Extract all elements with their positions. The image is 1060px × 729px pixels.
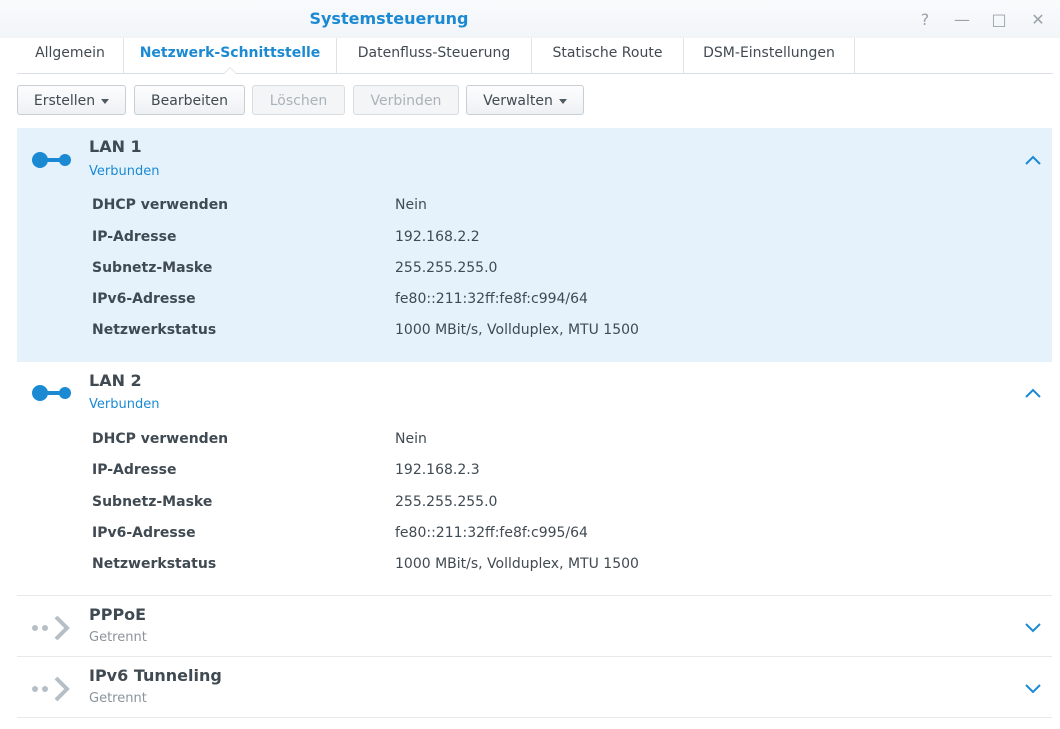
manage-button[interactable]: Verwalten	[466, 85, 584, 115]
detail-label: Subnetz-Maske	[92, 494, 213, 510]
interface-item-ipv6-tunneling[interactable]: IPv6 Tunneling Getrennt	[17, 657, 1052, 718]
chevron-up-icon[interactable]	[1024, 387, 1042, 399]
detail-value: 1000 MBit/s, Vollduplex, MTU 1500	[395, 556, 639, 572]
detail-label: Netzwerkstatus	[92, 556, 217, 572]
interface-name: PPPoE	[89, 605, 147, 624]
delete-button[interactable]: Löschen	[252, 85, 345, 115]
detail-row: IPv6-Adresse fe80::211:32ff:fe8f:c994/64	[92, 291, 992, 311]
interface-item-lan-2[interactable]: LAN 2 Verbunden DHCP verwenden Nein IP-A…	[17, 362, 1052, 596]
interface-name: LAN 2	[89, 371, 142, 390]
tab-dsm-einstellungen[interactable]: DSM-Einstellungen	[684, 38, 855, 73]
minimize-icon[interactable]: —	[951, 8, 973, 30]
detail-row: Subnetz-Maske 255.255.255.0	[92, 260, 992, 280]
close-icon[interactable]: ✕	[1027, 8, 1049, 30]
tab-allgemein[interactable]: Allgemein	[17, 38, 124, 73]
detail-value: 192.168.2.3	[395, 462, 480, 478]
detail-row: Netzwerkstatus 1000 MBit/s, Vollduplex, …	[92, 556, 992, 576]
interface-status: Getrennt	[89, 630, 147, 645]
tab-netzwerk-schnittstelle-label: Netzwerk-Schnittstelle	[139, 45, 321, 61]
interface-item-pppoe[interactable]: PPPoE Getrennt	[17, 596, 1052, 657]
manage-button-label: Verwalten	[483, 93, 553, 109]
detail-value: fe80::211:32ff:fe8f:c995/64	[395, 525, 588, 541]
detail-value: Nein	[395, 197, 427, 213]
detail-row: IP-Adresse 192.168.2.3	[92, 462, 992, 482]
window-titlebar: Systemsteuerung ? — □ ✕	[0, 0, 1060, 38]
interface-name: LAN 1	[89, 137, 142, 156]
detail-row: DHCP verwenden Nein	[92, 431, 992, 451]
connect-button[interactable]: Verbinden	[353, 85, 459, 115]
window-title: Systemsteuerung	[309, 9, 469, 28]
detail-value: 1000 MBit/s, Vollduplex, MTU 1500	[395, 322, 639, 338]
tab-netzwerk-schnittstelle[interactable]: Netzwerk-Schnittstelle	[124, 38, 337, 74]
caret-down-icon	[101, 98, 110, 104]
tab-statische-route[interactable]: Statische Route	[532, 38, 684, 73]
detail-label: DHCP verwenden	[92, 431, 229, 447]
detail-value: fe80::211:32ff:fe8f:c994/64	[395, 291, 588, 307]
disconnected-arrow-icon	[32, 615, 70, 641]
connected-plug-icon	[32, 152, 71, 168]
detail-row: IPv6-Adresse fe80::211:32ff:fe8f:c995/64	[92, 525, 992, 545]
detail-row: Netzwerkstatus 1000 MBit/s, Vollduplex, …	[92, 322, 992, 342]
tab-datenfluss-steuerung[interactable]: Datenfluss-Steuerung	[337, 38, 532, 73]
detail-label: IPv6-Adresse	[92, 525, 196, 541]
detail-value: Nein	[395, 431, 427, 447]
interface-item-lan-1[interactable]: LAN 1 Verbunden DHCP verwenden Nein IP-A…	[17, 128, 1052, 362]
detail-label: Netzwerkstatus	[92, 322, 217, 338]
chevron-down-icon[interactable]	[1024, 621, 1042, 633]
detail-value: 192.168.2.2	[395, 229, 480, 245]
tab-bar: Allgemein Netzwerk-Schnittstelle Datenfl…	[17, 38, 1053, 74]
active-tab-indicator	[223, 67, 237, 74]
detail-label: IP-Adresse	[92, 229, 177, 245]
create-button[interactable]: Erstellen	[17, 85, 126, 115]
interface-status: Getrennt	[89, 691, 147, 706]
disconnected-arrow-icon	[32, 676, 70, 702]
create-button-label: Erstellen	[33, 93, 96, 109]
detail-label: Subnetz-Maske	[92, 260, 213, 276]
connected-plug-icon	[32, 385, 71, 401]
caret-down-icon	[558, 98, 567, 104]
detail-label: IPv6-Adresse	[92, 291, 196, 307]
edit-button[interactable]: Bearbeiten	[134, 85, 245, 115]
detail-value: 255.255.255.0	[395, 260, 498, 276]
chevron-up-icon[interactable]	[1024, 154, 1042, 166]
chevron-down-icon[interactable]	[1024, 682, 1042, 694]
help-icon[interactable]: ?	[914, 8, 936, 30]
interface-status: Verbunden	[89, 397, 160, 412]
detail-label: DHCP verwenden	[92, 197, 229, 213]
interface-name: IPv6 Tunneling	[89, 666, 222, 685]
detail-row: DHCP verwenden Nein	[92, 197, 992, 217]
detail-value: 255.255.255.0	[395, 494, 498, 510]
maximize-icon[interactable]: □	[988, 8, 1010, 30]
interface-status: Verbunden	[89, 164, 160, 179]
detail-row: Subnetz-Maske 255.255.255.0	[92, 494, 992, 514]
detail-label: IP-Adresse	[92, 462, 177, 478]
detail-row: IP-Adresse 192.168.2.2	[92, 229, 992, 249]
